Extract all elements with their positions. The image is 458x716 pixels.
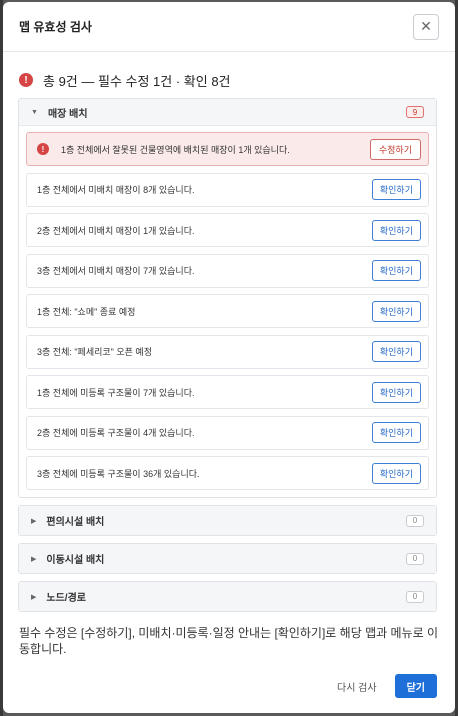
check-button[interactable]: 확인하기	[371, 219, 421, 241]
footnote: 필수 수정은 [수정하기], 미배치·미등록·일정 안내는 [확인하기]로 해당…	[19, 626, 438, 656]
dialog-title: 맵 유효성 검사	[19, 20, 92, 34]
summary: ! 총 9건 — 필수 수정 1건 · 확인 8건	[3, 52, 455, 94]
issue-row: 3층 전체: "페세리코" 오픈 예정 확인하기	[26, 334, 429, 369]
dialog-footer: 다시 검사 닫기	[3, 671, 455, 713]
section-amenity-placement: ▶ 편의시설 배치 0	[18, 505, 437, 536]
issue-row: 3층 전체에서 미배치 매장이 7개 있습니다. 확인하기	[26, 253, 429, 288]
validation-dialog: 맵 유효성 검사 ✕ ! 총 9건 — 필수 수정 1건 · 확인 8건 ▼ 매…	[3, 2, 455, 713]
section-transit-placement: ▶ 이동시설 배치 0	[18, 543, 437, 574]
issue-text: 1층 전체에 미등록 구조물이 7개 있습니다.	[37, 387, 195, 398]
count-badge: 0	[406, 590, 424, 603]
check-button[interactable]: 확인하기	[371, 179, 421, 200]
issue-text: 1층 전체에서 잘못된 건물영역에 배치된 매장이 1개 있습니다.	[61, 144, 290, 155]
summary-text: 총 9건 — 필수 수정 1건 · 확인 8건	[43, 73, 231, 89]
caret-down-icon: ▼	[31, 108, 38, 116]
section-title: 매장 배치	[47, 108, 88, 120]
check-button[interactable]: 확인하기	[371, 422, 421, 443]
count-badge: 0	[406, 514, 424, 527]
fix-button[interactable]: 수정하기	[369, 138, 421, 160]
issue-text: 1층 전체에서 미배치 매장이 8개 있습니다.	[37, 185, 195, 195]
section-store-placement: ▼ 매장 배치 9 ! 1층 전체에서 잘못된 건물영역에 배치된 매장이 1개…	[18, 98, 437, 498]
check-button[interactable]: 확인하기	[371, 300, 421, 322]
issue-list: ! 1층 전체에서 잘못된 건물영역에 배치된 매장이 1개 있습니다. 수정하…	[19, 125, 436, 497]
close-icon[interactable]: ✕	[413, 13, 439, 40]
issue-row: 1층 전체: "쇼메" 종료 예정 확인하기	[26, 294, 429, 328]
issue-row: 1층 전체에서 미배치 매장이 8개 있습니다. 확인하기	[26, 172, 429, 207]
section-header-transit-placement[interactable]: ▶ 이동시설 배치 0	[19, 544, 436, 573]
issue-text: 3층 전체: "페세리코" 오픈 예정	[37, 347, 152, 357]
caret-right-icon: ▶	[31, 593, 37, 601]
issue-text: 2층 전체에서 미배치 매장이 1개 있습니다.	[37, 225, 195, 236]
alert-icon: !	[37, 143, 49, 155]
recheck-button[interactable]: 다시 검사	[337, 679, 377, 694]
alert-icon: !	[19, 73, 33, 87]
issue-row: 2층 전체에서 미배치 매장이 1개 있습니다. 확인하기	[26, 213, 429, 247]
count-badge: 0	[406, 552, 424, 565]
close-button[interactable]: 닫기	[394, 674, 437, 698]
check-button[interactable]: 확인하기	[371, 381, 421, 403]
section-title: 이동시설 배치	[46, 555, 105, 566]
section-header-store-placement[interactable]: ▼ 매장 배치 9	[19, 99, 436, 125]
issue-row: 2층 전체에 미등록 구조물이 4개 있습니다. 확인하기	[26, 415, 429, 450]
check-button[interactable]: 확인하기	[371, 462, 421, 484]
section-node-path: ▶ 노드/경로 0	[18, 581, 437, 612]
issue-text: 3층 전체에서 미배치 매장이 7개 있습니다.	[37, 266, 195, 276]
issue-row: 3층 전체에 미등록 구조물이 36개 있습니다. 확인하기	[26, 456, 429, 490]
section-title: 노드/경로	[46, 593, 86, 604]
section-header-amenity-placement[interactable]: ▶ 편의시설 배치 0	[19, 506, 436, 535]
issue-text: 1층 전체: "쇼메" 종료 예정	[37, 306, 136, 317]
issue-row: 1층 전체에 미등록 구조물이 7개 있습니다. 확인하기	[26, 375, 429, 409]
check-button[interactable]: 확인하기	[371, 260, 421, 281]
check-button[interactable]: 확인하기	[371, 341, 421, 362]
section-title: 편의시설 배치	[46, 517, 105, 528]
caret-right-icon: ▶	[31, 555, 37, 563]
count-badge: 9	[406, 106, 424, 118]
issue-text: 2층 전체에 미등록 구조물이 4개 있습니다.	[37, 428, 195, 438]
caret-right-icon: ▶	[31, 517, 37, 525]
issue-row-error: ! 1층 전체에서 잘못된 건물영역에 배치된 매장이 1개 있습니다. 수정하…	[26, 132, 429, 166]
issue-text: 3층 전체에 미등록 구조물이 36개 있습니다.	[37, 468, 200, 479]
section-header-node-path[interactable]: ▶ 노드/경로 0	[19, 582, 436, 611]
dialog-header: 맵 유효성 검사 ✕	[3, 2, 455, 52]
